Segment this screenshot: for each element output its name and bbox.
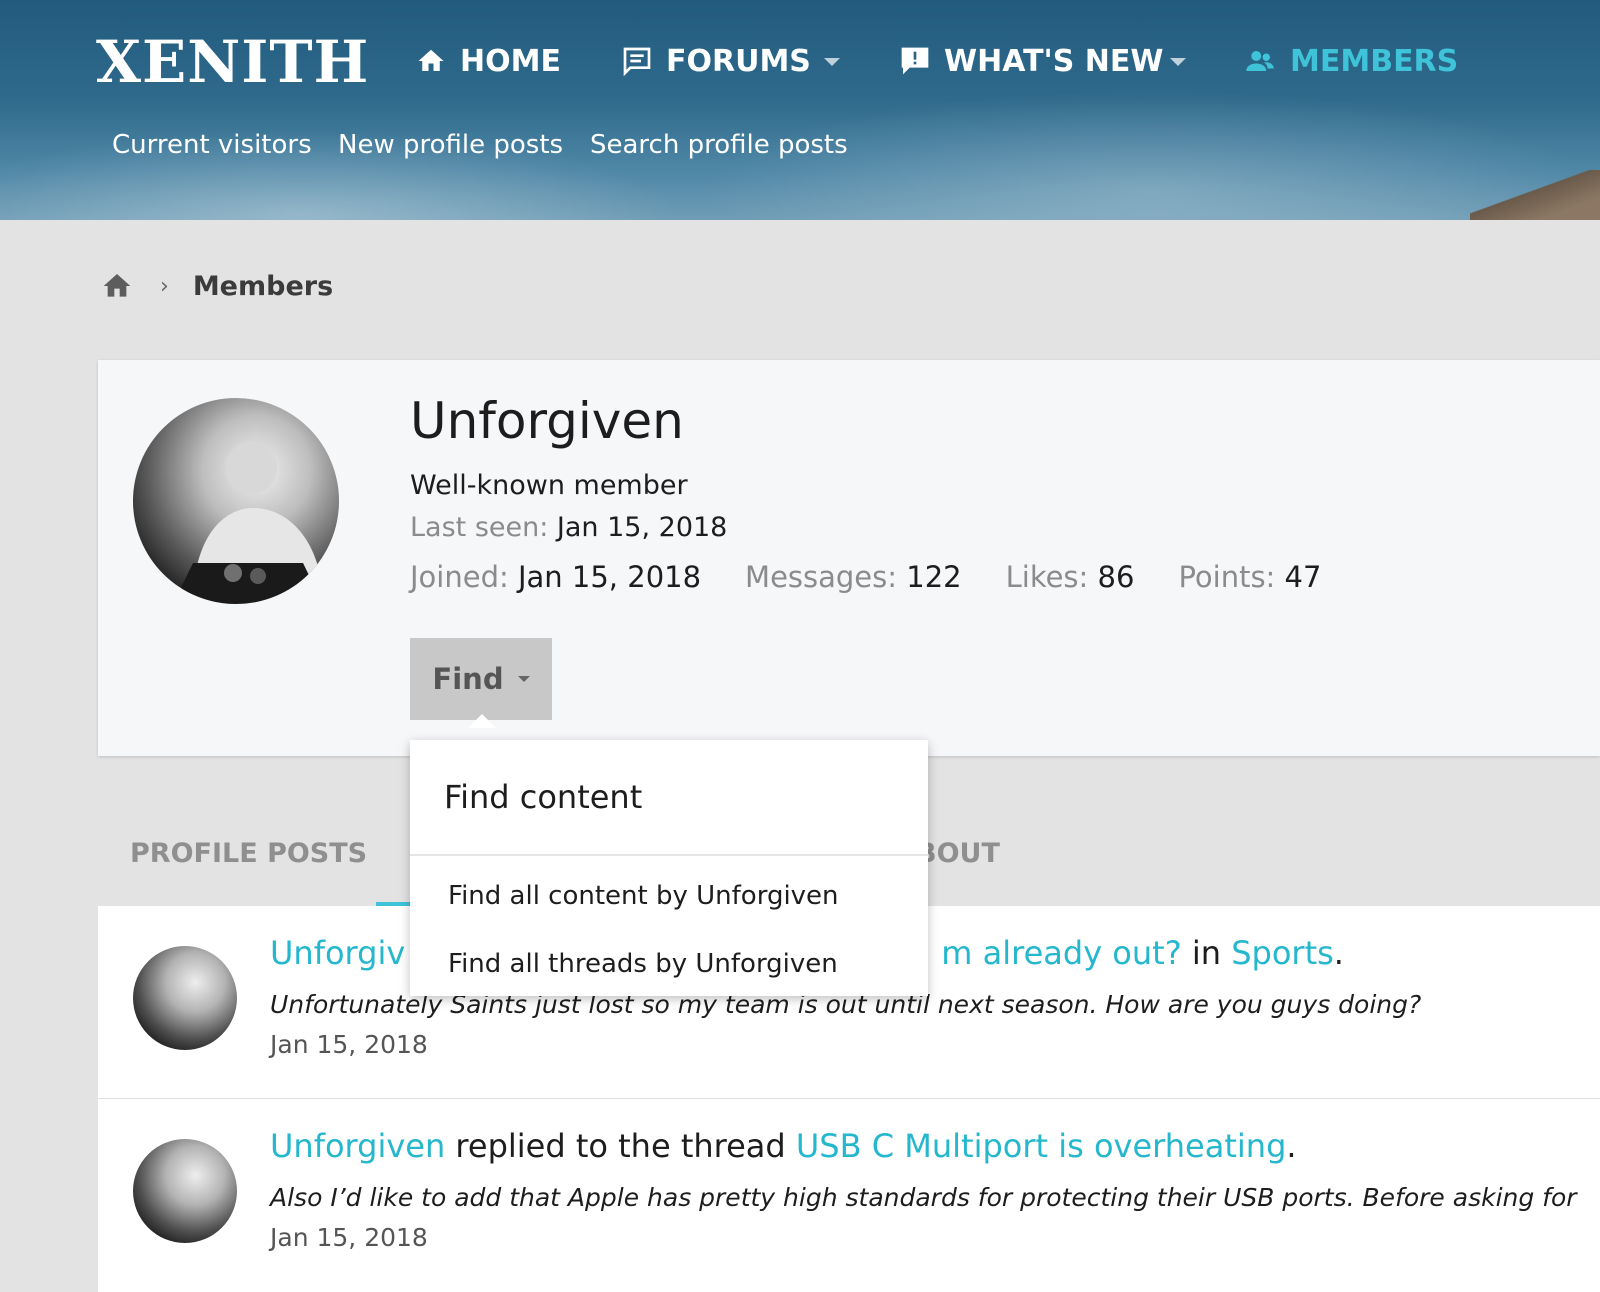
header-mountain-decoration (1470, 170, 1600, 220)
last-seen: Last seen: Jan 15, 2018 (410, 512, 727, 543)
stat-label: Joined: (410, 560, 509, 594)
last-seen-value: Jan 15, 2018 (556, 512, 728, 543)
nav-home-label: HOME (460, 43, 561, 79)
user-title: Well-known member (410, 470, 688, 501)
post-end: . (1333, 934, 1344, 972)
post-date[interactable]: Jan 15, 2018 (270, 1030, 428, 1059)
profile-username: Unforgiven (410, 392, 684, 450)
post-action-text: replied to the thread (445, 1127, 796, 1165)
stat-value: 47 (1284, 560, 1322, 594)
chevron-down-icon (517, 676, 530, 682)
stat-label: Likes: (1005, 560, 1089, 594)
find-menu-header: Find content (410, 740, 928, 856)
subnav-current-visitors[interactable]: Current visitors (112, 130, 312, 160)
stat-likes: Likes: 86 (1006, 560, 1135, 594)
nav-home[interactable]: HOME (414, 36, 561, 86)
tab-about[interactable]: BOUT (916, 838, 1000, 869)
avatar[interactable] (133, 398, 339, 604)
nav-forums[interactable]: FORUMS (620, 36, 811, 86)
stat-value: Jan 15, 2018 (517, 560, 702, 594)
subnav-new-profile-posts[interactable]: New profile posts (338, 130, 563, 160)
sub-nav: Current visitors New profile posts Searc… (0, 130, 1600, 170)
find-menu-list: Find all content by Unforgiven Find all … (410, 856, 928, 998)
find-button[interactable]: Find (410, 638, 552, 720)
member-header-card: Unforgiven Well-known member Last seen: … (98, 360, 1600, 756)
breadcrumb-members[interactable]: Members (193, 271, 333, 302)
post-username-link[interactable]: Unforgiven (270, 1127, 445, 1165)
menu-item-find-all-threads[interactable]: Find all threads by Unforgiven (410, 930, 928, 998)
menu-item-find-all-content[interactable]: Find all content by Unforgiven (410, 862, 928, 930)
post-title: Unforgiven replied to the thread USB C M… (270, 1127, 1297, 1165)
member-stats: Joined: Jan 15, 2018 Messages: 122 Likes… (410, 560, 1365, 594)
nav-forums-label: FORUMS (666, 43, 811, 79)
breadcrumb: › Members (100, 268, 333, 304)
stat-value: 122 (906, 560, 962, 594)
chevron-down-icon[interactable] (1170, 58, 1186, 66)
stat-points[interactable]: Points: 47 (1178, 560, 1321, 594)
avatar-photo (173, 442, 323, 604)
nav-whats-new[interactable]: WHAT'S NEW (898, 36, 1163, 86)
nav-whats-new-label: WHAT'S NEW (944, 43, 1164, 79)
post-snippet[interactable]: Also I’d like to add that Apple has pret… (270, 1183, 1577, 1212)
site-header: XENITH HOME FORUMS WHAT'S NEW MEMBERS Cu… (0, 0, 1600, 220)
stat-messages[interactable]: Messages: 122 (745, 560, 962, 594)
last-seen-label: Last seen: (410, 512, 549, 543)
list-item: Unforgiven replied to the thread USB C M… (98, 1098, 1600, 1292)
members-icon (1246, 51, 1274, 71)
stat-label: Messages: (745, 560, 898, 594)
chevron-down-icon[interactable] (824, 58, 840, 66)
post-end: . (1286, 1127, 1297, 1165)
menu-arrow (468, 714, 496, 728)
post-thread-link[interactable]: USB C Multiport is overheating (796, 1127, 1287, 1165)
nav-members[interactable]: MEMBERS (1242, 36, 1458, 86)
nav-members-label: MEMBERS (1290, 43, 1459, 79)
find-button-label: Find (432, 662, 504, 696)
subnav-search-profile-posts[interactable]: Search profile posts (590, 130, 848, 160)
chevron-right-icon: › (160, 273, 169, 299)
post-in-text: in (1181, 934, 1232, 972)
home-icon (418, 49, 444, 71)
post-username-link[interactable]: Unforgiv (270, 934, 405, 972)
forum-icon (623, 47, 651, 77)
stat-value: 86 (1097, 560, 1135, 594)
avatar[interactable] (133, 1139, 237, 1243)
main-nav: HOME FORUMS WHAT'S NEW MEMBERS (0, 36, 1600, 86)
tab-profile-posts[interactable]: PROFILE POSTS (130, 838, 367, 869)
stat-joined: Joined: Jan 15, 2018 (410, 560, 701, 594)
find-menu: Find content Find all content by Unforgi… (410, 740, 928, 996)
post-forum-link[interactable]: Sports (1231, 934, 1334, 972)
post-thread-link[interactable]: m already out? (941, 934, 1181, 972)
whats-new-icon (901, 47, 929, 75)
avatar[interactable] (133, 946, 237, 1050)
stat-label: Points: (1178, 560, 1276, 594)
home-icon[interactable] (100, 270, 134, 302)
post-date[interactable]: Jan 15, 2018 (270, 1223, 428, 1252)
